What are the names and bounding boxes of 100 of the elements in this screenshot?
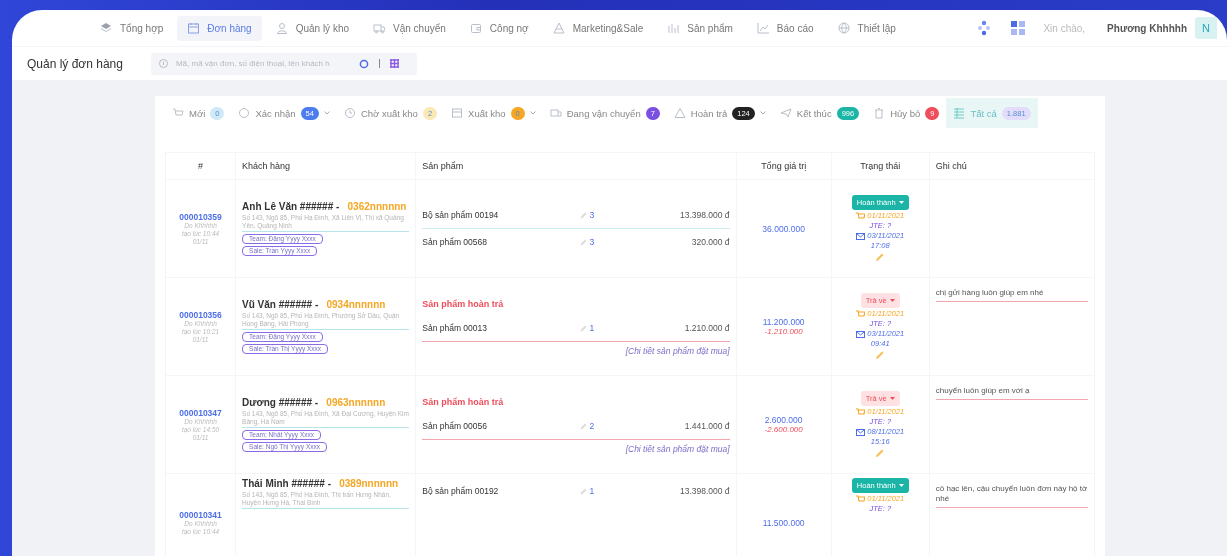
order-id-link[interactable]: 000010347 (172, 407, 230, 418)
wallet-icon (469, 22, 482, 35)
product-name: Sản phẩm 00056 (422, 421, 488, 431)
user-name[interactable]: Phương Khhhhh (1107, 22, 1187, 34)
cart-icon (172, 107, 184, 119)
price-text: 13.398.000 đ (678, 486, 730, 496)
envelope-icon (856, 428, 866, 436)
globe-icon (837, 22, 850, 35)
column-header: Tổng giá trị (736, 152, 832, 180)
nav-tab[interactable]: Vận chuyển (363, 15, 456, 41)
grid-icon[interactable] (1011, 21, 1026, 36)
phone-number: 0389nnnnnn (339, 478, 399, 489)
greeting-text: Xin chào, (1043, 22, 1086, 34)
order-id-link[interactable]: 000010359 (172, 211, 230, 222)
envelope-icon (856, 330, 866, 338)
warning-icon (673, 107, 686, 119)
product-name: Bộ sản phẩm 00192 (422, 486, 500, 496)
quantity-text: 1 (589, 486, 595, 496)
quantity-text: 2 (589, 421, 595, 431)
nav-tab[interactable]: Marketing&Sale (542, 15, 654, 41)
customer-name: Vũ Văn ###### - (242, 299, 319, 310)
pencil-icon[interactable] (875, 448, 886, 458)
detail-link[interactable]: [Chi tiết sản phẩm đặt mua] (625, 444, 730, 454)
clock-icon (343, 107, 356, 119)
truck-icon (549, 107, 562, 119)
cart-icon (856, 408, 866, 416)
detail-link[interactable]: [Chi tiết sản phẩm đặt mua] (625, 346, 730, 356)
send-icon (779, 107, 792, 119)
nav-tab[interactable]: Thiết lập (827, 15, 906, 41)
returned-heading: Sản phẩm hoàn trả (422, 397, 505, 407)
nav-tab[interactable]: Đơn hàng (177, 15, 262, 41)
tab-label: Chờ xuất kho (360, 107, 418, 119)
customer-name: Thái Minh ###### - (242, 478, 331, 489)
note-text: chuyển luôn giúp em với ạ (935, 386, 1088, 400)
page-title: Quản lý đơn hàng (27, 56, 123, 71)
list-icon (953, 107, 966, 119)
total-value: 2.600.000 (763, 415, 804, 425)
pencil-icon[interactable] (579, 324, 587, 332)
chart-icon (756, 22, 769, 35)
cone-icon (552, 22, 565, 35)
quantity-text: 3 (589, 210, 595, 220)
column-header: Sản phẩm (415, 152, 737, 180)
total-value: 36.000.000 (761, 223, 806, 234)
user-avatar[interactable]: N (1195, 17, 1217, 40)
cart-icon (856, 495, 866, 503)
customer-name: Dương ###### - (242, 397, 319, 408)
tab-label: Kết thúc (796, 107, 832, 119)
price-text: 1.210.000 đ (683, 323, 730, 333)
price-text: 1.441.000 đ (683, 421, 730, 431)
envelope-icon (856, 232, 866, 240)
product-name: Sản phẩm 00013 (422, 323, 488, 333)
tab-label: Đang vận chuyển (566, 107, 641, 119)
trash-icon (873, 107, 886, 119)
calendar-icon (187, 22, 200, 35)
caret-icon (898, 484, 904, 487)
nav-tab[interactable]: Quản lý kho (265, 15, 359, 41)
caret-icon (889, 299, 895, 302)
pencil-icon[interactable] (579, 487, 587, 495)
column-header: # (165, 152, 236, 180)
nav-tab[interactable]: Sản phẩm (657, 15, 743, 41)
tab-label: Tất cả (970, 107, 997, 119)
nav-tab[interactable]: Công nợ (459, 15, 539, 41)
tab-label: Hoàn trả (690, 107, 728, 119)
nav-tab[interactable]: Báo cáo (746, 15, 824, 41)
total-value: 11.200.000 (761, 317, 806, 327)
pencil-icon[interactable] (875, 252, 886, 262)
column-header: Ghi chú (929, 152, 1095, 180)
refund-value: -2.600.000 (763, 425, 804, 434)
cart-icon (856, 212, 866, 220)
column-header: Trạng thái (831, 152, 930, 180)
column-header: Khách hàng (235, 152, 416, 180)
pencil-icon[interactable] (579, 238, 587, 246)
tab-label: Xuất kho (468, 107, 506, 119)
order-id-link[interactable]: 000010356 (172, 309, 230, 320)
note-text: chị gửi hàng luôn giúp em nhé (935, 288, 1088, 302)
person-icon (275, 22, 288, 35)
tab-label: Hủy bỏ (890, 107, 921, 119)
quantity-text: 1 (589, 323, 595, 333)
search-icon[interactable] (358, 58, 369, 69)
quantity-text: 3 (589, 237, 595, 247)
grid-icon[interactable] (389, 59, 399, 69)
tab-label: Mới (189, 107, 206, 119)
pencil-icon[interactable] (875, 350, 886, 360)
pencil-icon[interactable] (579, 211, 587, 219)
truck-icon (373, 22, 385, 35)
info-icon (158, 59, 168, 69)
note-text: cô hạc lên, cậu chuyển luôn đơn này hộ tớ nhé (935, 484, 1088, 508)
phone-number: 0934nnnnnn (326, 299, 386, 310)
phone-number: 0362nnnnnn (347, 201, 407, 212)
pencil-icon[interactable] (579, 422, 587, 430)
product-name: Bộ sản phẩm 00194 (422, 210, 500, 220)
caret-icon (898, 201, 904, 204)
diamond-dots-icon[interactable] (977, 20, 992, 37)
tab-label: Xác nhận (255, 107, 296, 119)
total-value: 11.500.000 (761, 517, 806, 528)
order-id-link[interactable]: 000010341 (172, 509, 230, 520)
nav-tab[interactable]: Tổng hợp (90, 15, 174, 41)
price-text: 320.000 đ (690, 237, 730, 247)
bars-icon (667, 22, 680, 35)
price-text: 13.398.000 đ (678, 210, 730, 220)
